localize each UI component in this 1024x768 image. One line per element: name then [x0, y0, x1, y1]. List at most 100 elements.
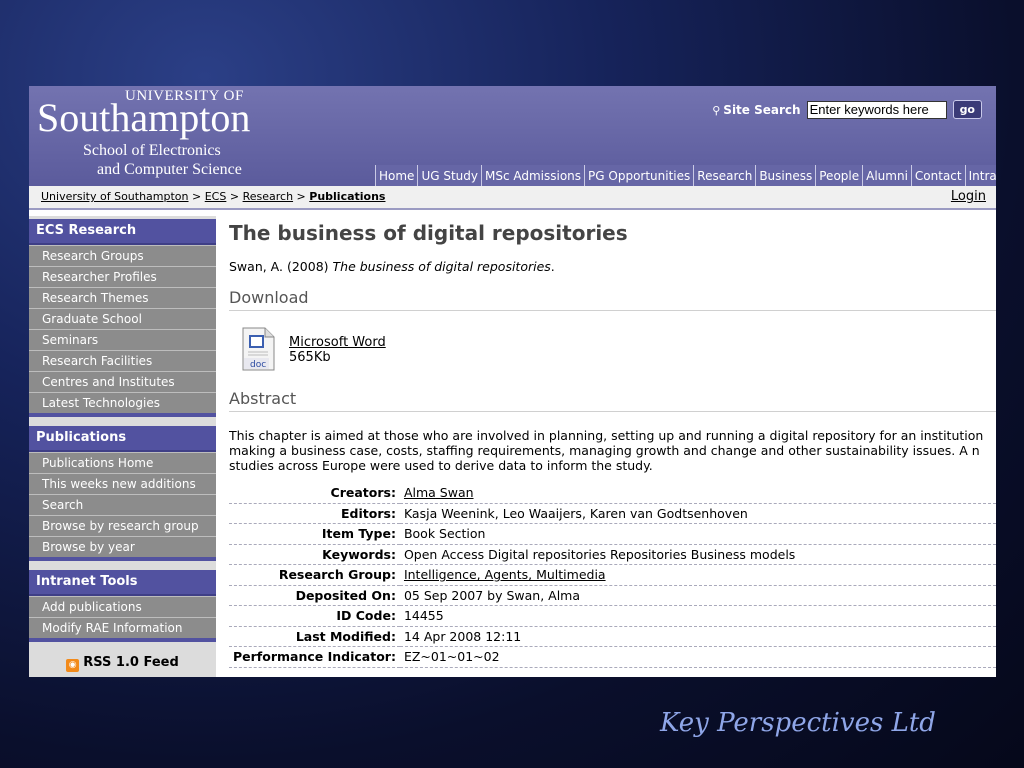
breadcrumb-ecs[interactable]: ECS: [205, 190, 227, 203]
metadata-value-cell: Alma Swan: [399, 483, 996, 504]
nav-tab-pg-opportunities[interactable]: PG Opportunities: [584, 165, 694, 186]
sidebar-item-seminars[interactable]: Seminars: [29, 329, 216, 350]
citation-end: .: [550, 259, 555, 274]
breadcrumb-separator: >: [192, 190, 202, 203]
breadcrumb: University of Southampton > ECS > Resear…: [29, 186, 996, 210]
nav-tab-intranet[interactable]: Intranet: [964, 165, 996, 186]
citation-authors: Swan, A. (2008): [229, 259, 329, 274]
site-search-label: ⚲ Site Search: [712, 103, 800, 117]
download-link[interactable]: Microsoft Word: [289, 335, 386, 350]
metadata-row: Keywords: Open Access Digital repositorie…: [229, 544, 996, 565]
nav-tab-msc-admissions[interactable]: MSc Admissions: [480, 165, 585, 186]
sidebar-item-browse-by-research-group[interactable]: Browse by research group: [29, 515, 216, 536]
metadata-row: Last Modified: 14 Apr 2008 12:11: [229, 626, 996, 647]
metadata-value-cell: 05 Sep 2007 by Swan, Alma: [399, 585, 996, 606]
breadcrumb-research[interactable]: Research: [243, 190, 293, 203]
nav-tab-research[interactable]: Research: [693, 165, 756, 186]
metadata-label: Editors:: [229, 503, 400, 524]
metadata-row: ID Code: 14455: [229, 605, 996, 627]
nav-tab-contact[interactable]: Contact: [910, 165, 965, 186]
metadata-value-cell: 14455: [399, 605, 996, 627]
metadata-row: Research Group: Intelligence, Agents, Mul…: [229, 564, 996, 586]
metadata-label: Performance Indicator:: [229, 646, 400, 668]
sidebar-section-publications: Publications Publications Home This weeks …: [29, 426, 216, 561]
sidebar-item-research-groups[interactable]: Research Groups: [29, 245, 216, 266]
metadata-value-cell: Book Section: [399, 523, 996, 545]
magnifier-icon: ⚲: [712, 103, 721, 117]
breadcrumb-publications[interactable]: Publications: [309, 190, 385, 203]
breadcrumb-university[interactable]: University of Southampton: [41, 190, 189, 203]
nav-tab-alumni[interactable]: Alumni: [862, 165, 911, 186]
download-item: doc Microsoft Word 565Kb: [241, 327, 996, 375]
sidebar-item-publications-home[interactable]: Publications Home: [29, 452, 216, 473]
metadata-value: EZ~01~01~02: [403, 649, 500, 665]
sidebar-section-intranet-tools: Intranet Tools Add publications Modify RAE…: [29, 570, 216, 642]
metadata-row: Performance Indicator: EZ~01~01~02: [229, 646, 996, 668]
sidebar-item-latest-technologies[interactable]: Latest Technologies: [29, 392, 216, 417]
word-document-icon[interactable]: doc: [241, 327, 275, 371]
logo-subtitle-line2: and Computer Science: [97, 161, 242, 178]
rss-icon: ◉: [66, 659, 80, 672]
metadata-value-cell: 14 Apr 2008 12:11: [399, 626, 996, 647]
metadata-row: Item Type: Book Section: [229, 523, 996, 545]
metadata-value: 14455: [403, 608, 444, 624]
metadata-value-link[interactable]: Intelligence, Agents, Multimedia: [404, 567, 606, 582]
metadata-value: 05 Sep 2007 by Swan, Alma: [403, 587, 581, 603]
metadata-label: Item Type:: [229, 523, 400, 545]
sidebar-item-modify-rae-information[interactable]: Modify RAE Information: [29, 617, 216, 642]
metadata-label: Keywords:: [229, 544, 400, 565]
citation-title: The business of digital repositories: [332, 259, 551, 274]
breadcrumb-separator: >: [296, 190, 306, 203]
sidebar-item-research-facilities[interactable]: Research Facilities: [29, 350, 216, 371]
nav-tab-ug-study[interactable]: UG Study: [417, 165, 481, 186]
sidebar-item-browse-by-year[interactable]: Browse by year: [29, 536, 216, 561]
sidebar: ECS Research Research Groups Researcher Pr…: [29, 216, 216, 677]
sidebar-item-research-themes[interactable]: Research Themes: [29, 287, 216, 308]
rss-label: RSS 1.0 Feed: [83, 655, 179, 670]
doc-icon-label: doc: [250, 360, 266, 370]
sidebar-item-search[interactable]: Search: [29, 494, 216, 515]
metadata-label: Research Group:: [229, 564, 400, 586]
nav-tab-business[interactable]: Business: [755, 165, 816, 186]
sidebar-section-ecs-research: ECS Research Research Groups Researcher Pr…: [29, 219, 216, 417]
logo-subtitle-line1: School of Electronics: [83, 142, 221, 159]
metadata-value: Book Section: [403, 526, 486, 542]
metadata-label: Deposited On:: [229, 585, 400, 606]
nav-tab-people[interactable]: People: [815, 165, 863, 186]
slide-footer-title: Key Perspectives Ltd: [660, 708, 936, 738]
login-link[interactable]: Login: [951, 186, 986, 208]
sidebar-item-centres-and-institutes[interactable]: Centres and Institutes: [29, 371, 216, 392]
abstract-heading: Abstract: [229, 389, 996, 412]
metadata-table: Creators: Alma Swan Editors: Kasja Weenink,…: [229, 483, 996, 668]
citation: Swan, A. (2008) The business of digital …: [229, 259, 996, 274]
sidebar-item-this-weeks-new-additions[interactable]: This weeks new additions: [29, 473, 216, 494]
sidebar-item-researcher-profiles[interactable]: Researcher Profiles: [29, 266, 216, 287]
rss-feed-link[interactable]: ◉ RSS 1.0 Feed: [29, 651, 216, 672]
logo-main-text: Southampton: [37, 95, 251, 140]
abstract-line: making a business case, costs, staffing …: [229, 443, 980, 458]
search-go-button[interactable]: go: [952, 100, 982, 119]
metadata-label: Creators:: [229, 483, 400, 504]
abstract-text: This chapter is aimed at those who are i…: [229, 428, 996, 473]
search-input[interactable]: [806, 100, 947, 119]
metadata-value-cell: Kasja Weenink, Leo Waaijers, Karen van G…: [399, 503, 996, 524]
abstract-line: studies across Europe were used to deriv…: [229, 458, 653, 473]
nav-tab-home[interactable]: Home: [375, 165, 418, 186]
breadcrumb-separator: >: [229, 190, 240, 203]
site-search-label-text: Site Search: [723, 102, 801, 117]
metadata-label: ID Code:: [229, 605, 400, 627]
site-search: ⚲Site Search go: [712, 100, 982, 119]
main-content: The business of digital repositories Swa…: [229, 216, 996, 677]
sidebar-heading: Intranet Tools: [29, 570, 216, 596]
browser-screenshot: UNIVERSITY OF Southampton School of Elec…: [29, 86, 996, 677]
metadata-row: Editors: Kasja Weenink, Leo Waaijers, Kar…: [229, 503, 996, 524]
metadata-row: Deposited On: 05 Sep 2007 by Swan, Alma: [229, 585, 996, 606]
metadata-value: Kasja Weenink, Leo Waaijers, Karen van G…: [403, 505, 748, 521]
sidebar-item-graduate-school[interactable]: Graduate School: [29, 308, 216, 329]
metadata-value: 14 Apr 2008 12:11: [403, 628, 522, 644]
metadata-value-link[interactable]: Alma Swan: [404, 485, 474, 500]
sidebar-item-add-publications[interactable]: Add publications: [29, 596, 216, 617]
metadata-value-cell: EZ~01~01~02: [399, 646, 996, 668]
site-header: UNIVERSITY OF Southampton School of Elec…: [29, 86, 996, 186]
top-navigation: Home UG Study MSc Admissions PG Opportuniti…: [375, 165, 996, 186]
